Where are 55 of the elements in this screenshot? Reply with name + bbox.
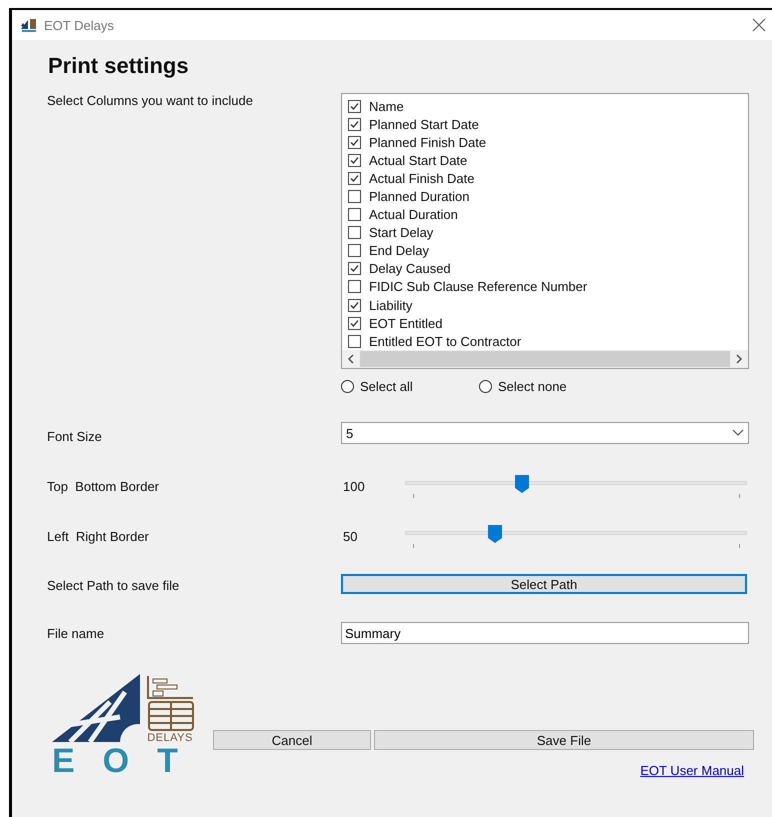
font-size-dropdown[interactable]: 5	[341, 422, 749, 444]
checkbox[interactable]	[348, 298, 361, 312]
checkbox[interactable]	[348, 316, 361, 330]
column-option[interactable]: Actual Finish Date	[369, 170, 474, 186]
column-option[interactable]: Name	[369, 98, 404, 114]
page-heading: Print settings	[48, 53, 190, 79]
checkbox[interactable]	[348, 190, 361, 204]
cancel-button[interactable]: Cancel	[213, 730, 371, 750]
column-option[interactable]: Planned Finish Date	[369, 134, 486, 150]
file-name-label: File name	[47, 626, 104, 641]
column-option[interactable]: Start Delay	[369, 225, 434, 240]
column-option[interactable]: Actual Start Date	[369, 152, 468, 168]
column-option[interactable]: Planned Start Date	[369, 116, 479, 132]
radio-option[interactable]: Select all	[341, 379, 479, 394]
scroll-left-icon[interactable]	[346, 354, 356, 364]
user-manual-link[interactable]: EOT User Manual	[640, 763, 744, 778]
slider-reading: 50	[342, 528, 358, 544]
checkbox[interactable]	[348, 172, 361, 185]
eot-delays-logo: DELAYS EOT	[50, 672, 196, 778]
checkbox[interactable]	[348, 262, 361, 276]
checkbox[interactable]	[348, 208, 361, 222]
radio-option[interactable]: Select none	[479, 379, 617, 394]
path-label: Select Path to save file	[47, 578, 180, 593]
checkbox[interactable]	[348, 226, 361, 240]
column-option[interactable]: EOT Entitled	[369, 316, 442, 331]
checkbox[interactable]	[348, 100, 361, 113]
column-option[interactable]: Delay Caused	[369, 261, 451, 276]
column-option[interactable]: Actual Duration	[369, 207, 458, 222]
slider-label: Left Right Border	[47, 528, 149, 544]
font-size-label: Font Size	[47, 429, 102, 444]
file-name-field[interactable]: Summary	[341, 622, 749, 644]
slider-label: Top Bottom Border	[47, 478, 159, 494]
checkbox[interactable]	[348, 118, 361, 131]
chevron-down-icon	[732, 429, 744, 437]
slider-thumb[interactable]	[488, 525, 502, 543]
select-path-button[interactable]: Select Path	[341, 574, 747, 594]
app-logo-icon	[20, 17, 38, 33]
save-file-button[interactable]: Save File	[374, 730, 754, 750]
scroll-right-icon[interactable]	[734, 354, 744, 364]
column-option[interactable]: Planned Duration	[369, 189, 470, 204]
column-option[interactable]: Entitled EOT to Contractor	[369, 334, 522, 349]
slider-reading: 100	[342, 478, 366, 494]
column-option[interactable]: FIDIC Sub Clause Reference Number	[369, 279, 588, 294]
slider-thumb[interactable]	[515, 475, 530, 493]
checkbox[interactable]	[348, 136, 361, 149]
horizontal-scrollbar[interactable]	[342, 350, 748, 368]
checkbox[interactable]	[348, 334, 361, 348]
column-option[interactable]: End Delay	[369, 243, 429, 258]
column-option[interactable]: Liability	[369, 298, 412, 313]
checkbox[interactable]	[348, 244, 361, 258]
close-icon[interactable]	[752, 18, 766, 32]
checkbox[interactable]	[348, 154, 361, 167]
checkbox[interactable]	[348, 280, 361, 294]
window-title: EOT Delays	[44, 18, 114, 32]
columns-label: Select Columns you want to include	[47, 93, 253, 108]
